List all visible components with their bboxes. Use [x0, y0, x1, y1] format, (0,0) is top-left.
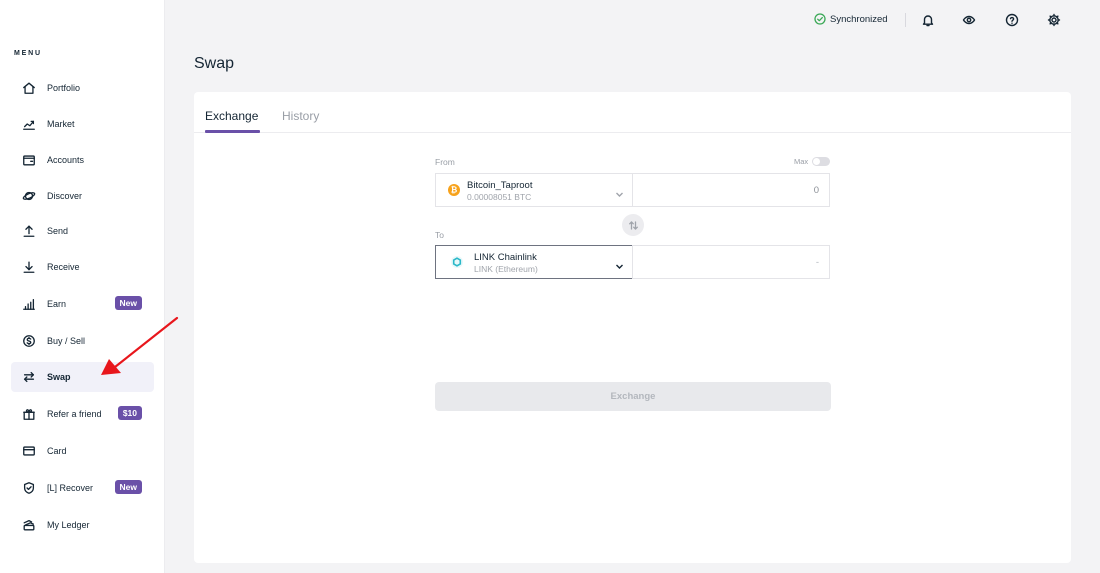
sidebar-item-label: Refer a friend	[47, 409, 102, 419]
tab-history[interactable]: History	[282, 109, 319, 123]
planet-icon	[21, 188, 37, 204]
from-amount-input[interactable]: 0	[632, 173, 830, 207]
dollar-icon	[21, 333, 37, 349]
to-amount-value: -	[815, 257, 819, 268]
svg-text:₿: ₿	[451, 186, 458, 195]
sidebar-item-recover[interactable]: [L] Recover New	[11, 473, 154, 503]
eye-icon[interactable]	[962, 13, 976, 27]
sidebar-item-portfolio[interactable]: Portfolio	[11, 73, 154, 103]
sidebar-item-label: Market	[47, 119, 75, 129]
reverse-swap-button[interactable]	[622, 214, 644, 236]
sidebar-item-label: Accounts	[47, 155, 85, 165]
sidebar-item-label: Discover	[47, 191, 83, 201]
sidebar-item-market[interactable]: Market	[11, 109, 154, 139]
chevron-down-icon	[615, 258, 624, 269]
sync-status-label: Synchronized	[830, 13, 888, 25]
sidebar-item-label: [L] Recover	[47, 483, 94, 493]
menu-label: MENU	[14, 50, 42, 57]
ledger-icon	[21, 517, 37, 533]
tab-bar: Exchange History	[194, 92, 1071, 133]
exchange-button[interactable]: Exchange	[435, 382, 831, 411]
sidebar-item-label: Card	[47, 446, 67, 456]
annotation-arrow-icon	[101, 316, 179, 375]
chevron-down-icon	[615, 186, 624, 197]
sidebar-item-label: My Ledger	[47, 520, 90, 530]
swap-panel: Exchange History From Max ₿ Bitcoin_Tapr…	[194, 92, 1071, 563]
card-icon	[21, 443, 37, 459]
from-asset-balance: 0.00008051 BTC	[467, 192, 532, 202]
market-chart-icon	[21, 116, 37, 132]
referral-reward-badge: $10	[117, 406, 142, 420]
check-circle-icon	[814, 13, 826, 25]
sidebar-item-send[interactable]: Send	[11, 216, 154, 246]
sidebar-item-label: Send	[47, 226, 69, 236]
from-asset-select[interactable]: ₿ Bitcoin_Taproot 0.00008051 BTC	[435, 173, 633, 207]
sidebar-item-refer-a-friend[interactable]: Refer a friend $10	[11, 399, 154, 429]
sidebar: MENU Portfolio Market Accounts Discover …	[0, 0, 165, 573]
active-tab-indicator	[205, 130, 260, 133]
to-asset-name: LINK Chainlink	[474, 252, 537, 263]
to-asset-network: LINK (Ethereum)	[474, 264, 538, 274]
wallet-icon	[21, 152, 37, 168]
sidebar-item-label: Earn	[47, 299, 67, 309]
from-label: From	[435, 157, 455, 167]
tab-exchange[interactable]: Exchange	[205, 109, 258, 123]
arrow-down-icon	[21, 259, 37, 275]
earn-chart-icon	[21, 296, 37, 312]
swap-arrows-icon	[628, 220, 638, 230]
home-icon	[21, 80, 37, 96]
sidebar-item-discover[interactable]: Discover	[11, 181, 154, 211]
bell-icon[interactable]	[921, 13, 935, 27]
sidebar-item-label: Swap	[47, 372, 71, 382]
sidebar-item-accounts[interactable]: Accounts	[11, 145, 154, 175]
max-toggle[interactable]: Max	[794, 157, 831, 166]
top-bar: Synchronized	[165, 0, 1100, 40]
to-asset-select[interactable]: LINK Chainlink LINK (Ethereum)	[435, 245, 633, 279]
chainlink-icon	[451, 256, 463, 268]
page-title: Swap	[194, 55, 235, 72]
sidebar-item-my-ledger[interactable]: My Ledger	[11, 510, 154, 540]
sidebar-item-label: Receive	[47, 262, 80, 272]
max-switch[interactable]	[812, 157, 831, 166]
settings-gear-icon[interactable]	[1047, 13, 1061, 27]
help-icon[interactable]	[1005, 13, 1019, 27]
shield-icon	[21, 480, 37, 496]
from-asset-name: Bitcoin_Taproot	[467, 180, 533, 191]
sidebar-item-card[interactable]: Card	[11, 436, 154, 466]
topbar-divider	[905, 13, 906, 27]
max-label: Max	[794, 157, 809, 166]
to-amount-output: -	[632, 245, 830, 279]
sidebar-item-receive[interactable]: Receive	[11, 252, 154, 282]
from-amount-value: 0	[813, 185, 819, 196]
sidebar-item-label: Portfolio	[47, 83, 81, 93]
new-badge: New	[114, 480, 142, 494]
new-badge: New	[114, 296, 142, 310]
swap-icon	[21, 369, 37, 385]
to-label: To	[435, 230, 444, 240]
sidebar-item-label: Buy / Sell	[47, 336, 86, 346]
arrow-up-icon	[21, 223, 37, 239]
bitcoin-icon: ₿	[448, 184, 460, 196]
gift-icon	[21, 406, 37, 422]
sync-status[interactable]: Synchronized	[814, 13, 888, 25]
